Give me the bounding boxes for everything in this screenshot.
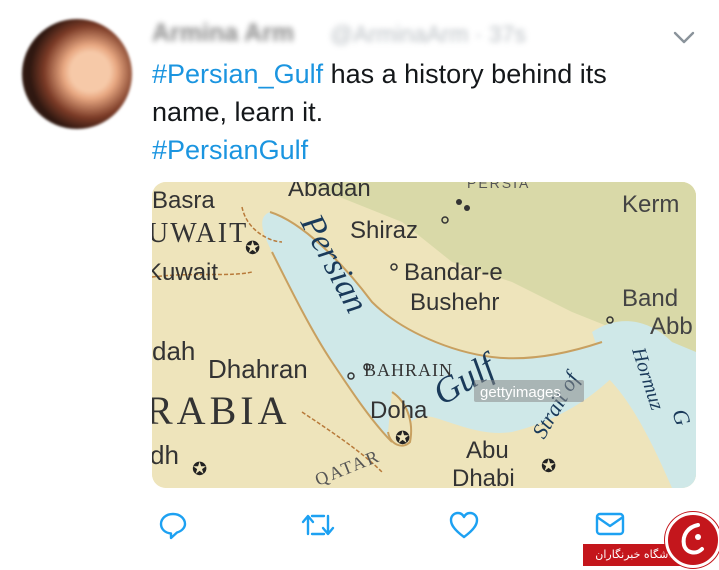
hashtag-link[interactable]: #Persian_Gulf: [152, 59, 323, 89]
tweet-header: Armina Arm @ArminaArm · 37s: [152, 16, 679, 52]
tweet-text: #Persian_Gulf has a history behind its n…: [152, 55, 692, 169]
tweet-text-line2: name, learn it.: [152, 97, 324, 127]
author-handle[interactable]: @ArminaArm · 37s: [330, 21, 526, 48]
like-heart-icon[interactable]: [448, 510, 480, 540]
hashtag-link-2[interactable]: #PersianGulf: [152, 135, 308, 165]
map-label-kuwait-city: Kuwait: [152, 259, 218, 286]
map-label-bandar-e: Bandar-e: [404, 259, 503, 286]
map-label-doha: Doha: [370, 397, 428, 424]
map-label-band: Band: [622, 285, 678, 312]
tweet-media-image[interactable]: ✪ ✪ ✪ ✪ PERSIA Basra Abadan Kerm UWAIT K…: [152, 182, 696, 488]
tweet-text-line1: has a history behind its: [323, 59, 607, 89]
map-label-abadan: Abadan: [288, 182, 371, 202]
watermark-text: gettyimages: [480, 384, 561, 401]
reply-icon[interactable]: [158, 510, 188, 540]
map-label-bahrain: BAHRAIN: [364, 360, 453, 380]
svg-text:✪: ✪: [541, 456, 556, 477]
map-label-abu: Abu: [466, 437, 509, 464]
author-name[interactable]: Armina Arm: [152, 19, 294, 48]
svg-text:✪: ✪: [395, 428, 410, 449]
chevron-down-icon[interactable]: [672, 29, 696, 47]
watermark-badge: باشگاه خبرنگاران: [583, 506, 719, 568]
map-label-basra: Basra: [152, 187, 215, 214]
retweet-icon[interactable]: [300, 510, 336, 540]
map-label-abb: Abb: [650, 313, 693, 340]
svg-text:✪: ✪: [192, 459, 207, 480]
map-label-dhahran: Dhahran: [208, 354, 308, 384]
persian-gulf-map: ✪ ✪ ✪ ✪ PERSIA Basra Abadan Kerm UWAIT K…: [152, 182, 696, 488]
map-label-dhabi: Dhabi: [452, 465, 515, 488]
map-label-bushehr: Bushehr: [410, 289, 499, 316]
map-label-top: PERSIA: [467, 182, 530, 191]
map-label-kuwait-country: UWAIT: [152, 218, 248, 249]
author-avatar[interactable]: [22, 19, 132, 129]
badge-logo-icon: [665, 512, 719, 568]
map-label-dh: dh: [152, 440, 179, 470]
map-label-arabia: RABIA: [152, 388, 290, 433]
map-label-dah: dah: [152, 336, 195, 366]
map-label-shiraz: Shiraz: [350, 217, 418, 244]
map-label-kerm: Kerm: [622, 191, 679, 218]
